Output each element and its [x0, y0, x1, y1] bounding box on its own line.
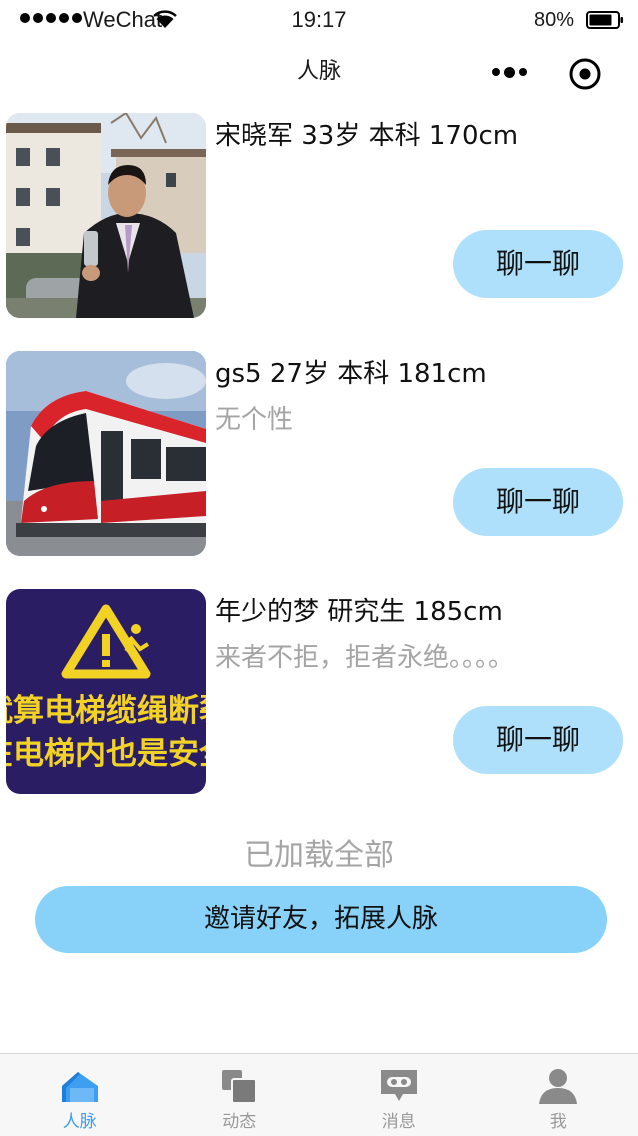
- contact-info: 年少的梦 研究生 185cm: [215, 597, 503, 627]
- contact-info: 宋晓军 33岁 本科 170cm: [215, 121, 519, 151]
- chat-button[interactable]: 聊一聊: [453, 706, 623, 774]
- screen: WeChat 19:17 80% 人脉 宋晓军 33岁 本科 170cm 聊一聊…: [0, 0, 638, 1136]
- status-bar: WeChat 19:17 80%: [0, 0, 638, 40]
- tab-label: 消息: [381, 1112, 416, 1132]
- contact-photo[interactable]: [6, 351, 206, 556]
- contact-card[interactable]: 就算电梯缆绳断裂 在电梯内也是安全 年少的梦 研究生 185cm 来者不拒，拒者…: [0, 589, 638, 827]
- tab-moments[interactable]: 动态: [160, 1054, 320, 1136]
- poster-line-2: 在电梯内也是安全: [6, 736, 206, 772]
- tab-bar: 人脉 动态 消息 我: [0, 1053, 638, 1136]
- contact-list: 宋晓军 33岁 本科 170cm 聊一聊 gs5 27岁 本科 181cm 无个…: [0, 113, 638, 827]
- home-icon: [61, 1072, 98, 1102]
- chat-button[interactable]: 聊一聊: [453, 468, 623, 536]
- tab-me[interactable]: 我: [479, 1054, 638, 1136]
- feed-icon: [222, 1070, 258, 1104]
- contact-photo[interactable]: 就算电梯缆绳断裂 在电梯内也是安全: [6, 589, 206, 794]
- red-train-photo: [6, 351, 206, 556]
- more-options-icon[interactable]: [492, 64, 532, 80]
- close-miniprogram-icon[interactable]: [568, 57, 602, 91]
- navigation-bar: 人脉: [0, 40, 638, 104]
- tab-messages[interactable]: 消息: [319, 1054, 479, 1136]
- contact-info: gs5 27岁 本科 181cm: [215, 359, 487, 389]
- loaded-all-text: 已加载全部: [244, 838, 394, 873]
- page-title: 人脉: [296, 59, 341, 84]
- poster-line-1: 就算电梯缆绳断裂: [6, 693, 206, 729]
- contact-photo[interactable]: [6, 113, 206, 318]
- man-in-suit-photo: [6, 113, 206, 318]
- tab-connections[interactable]: 人脉: [0, 1054, 160, 1136]
- battery-percent: 80%: [533, 9, 574, 31]
- contact-card[interactable]: 宋晓军 33岁 本科 170cm 聊一聊: [0, 113, 638, 351]
- contact-signature: 无个性: [215, 405, 294, 435]
- invite-friends-button[interactable]: 邀请好友，拓展人脉: [35, 886, 607, 953]
- tab-label: 人脉: [62, 1112, 97, 1132]
- contact-signature: 来者不拒，拒者永绝。。。。: [215, 643, 515, 673]
- elevator-safety-poster: 就算电梯缆绳断裂 在电梯内也是安全: [6, 589, 206, 794]
- tab-label: 动态: [222, 1112, 257, 1132]
- tab-label: 我: [549, 1112, 567, 1132]
- profile-icon: [539, 1069, 578, 1104]
- contact-card[interactable]: gs5 27岁 本科 181cm 无个性 聊一聊: [0, 351, 638, 589]
- chat-button[interactable]: 聊一聊: [453, 230, 623, 298]
- battery-icon: [586, 11, 623, 29]
- message-icon: [380, 1070, 417, 1101]
